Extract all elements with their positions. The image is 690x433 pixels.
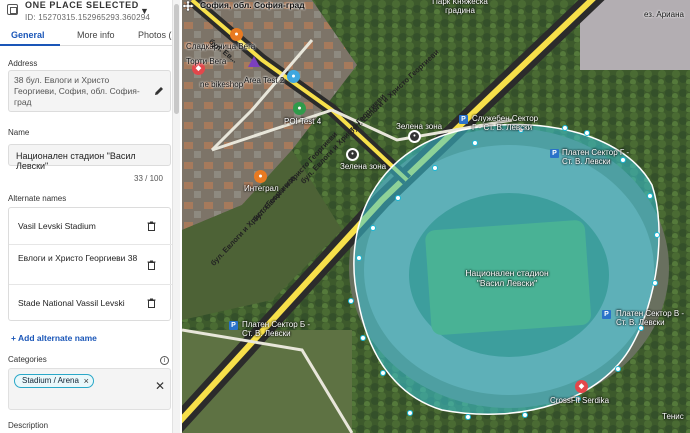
alternate-names-label: Alternate names <box>8 194 67 203</box>
name-label: Name <box>8 128 30 137</box>
polygon-vertex[interactable] <box>395 195 401 201</box>
polygon-vertex[interactable] <box>465 414 471 420</box>
parking-icon[interactable]: P <box>550 149 559 158</box>
alternate-names-list: Vasil Levski Stadium Евлоги и Христо Гео… <box>8 207 172 322</box>
map-label-park: Парк Княжеска градина <box>432 0 488 15</box>
polygon-vertex[interactable] <box>360 335 366 341</box>
map-label-sector-g2: Платен Сектор Г - Ст. В. Левски <box>562 148 630 166</box>
trash-icon[interactable] <box>147 298 156 308</box>
polygon-vertex[interactable] <box>472 140 478 146</box>
clear-categories-icon[interactable]: ✕ <box>155 379 165 393</box>
chip-remove-icon[interactable]: × <box>84 375 89 387</box>
place-id: ID: 15270315.152965293.360294 <box>25 13 151 22</box>
green-zone-icon[interactable]: • <box>346 148 359 161</box>
shop-marker-icon[interactable]: ◆ <box>575 380 588 393</box>
category-chip[interactable]: Stadium / Arena × <box>14 374 94 388</box>
move-icon[interactable] <box>182 0 194 12</box>
name-value: Национален стадион "Васил Левски" <box>16 151 136 171</box>
header-title: ONE PLACE SELECTED <box>25 0 139 10</box>
tab-general[interactable]: General <box>11 30 45 40</box>
name-field[interactable]: Национален стадион "Васил Левски" <box>8 144 171 171</box>
poi-marker-icon[interactable]: ● <box>293 102 306 115</box>
parking-icon[interactable]: P <box>229 321 238 330</box>
green-zone-icon[interactable]: • <box>408 130 421 143</box>
poi-marker-icon[interactable]: ● <box>254 170 267 183</box>
list-item[interactable]: Vasil Levski Stadium <box>9 208 172 245</box>
map-label-poi-test: POI Test 4 <box>284 117 322 126</box>
map-label-sector-v: Платен Сектор В - Ст. В. Левски <box>616 309 685 327</box>
active-tab-indicator <box>0 44 60 46</box>
info-icon[interactable]: i <box>160 356 169 365</box>
name-char-counter: 33 / 100 <box>134 174 163 183</box>
list-item[interactable]: Stade National Vassil Levski <box>9 285 172 322</box>
map-label-crossfit: CrossFit Serdika <box>550 396 610 405</box>
add-alternate-name-button[interactable]: + Add alternate name <box>11 333 97 343</box>
selection-icon <box>7 4 18 15</box>
map-label-torti: Торти Вега <box>186 57 227 66</box>
map-label-sector-g: Служебен Сектор Г - Ст. В. Левски <box>472 114 539 132</box>
polygon-vertex[interactable] <box>615 366 621 372</box>
tab-bar: General More info Photos (2) <box>0 26 180 46</box>
trash-icon[interactable] <box>147 260 156 270</box>
map-label-zelena-2: Зелена зона <box>340 162 387 171</box>
map-label-area-test: Area Test 2 <box>244 76 285 85</box>
categories-field[interactable]: Stadium / Arena × ✕ <box>8 368 171 410</box>
polygon-vertex[interactable] <box>522 412 528 418</box>
address-value: 38 бул. Евлоги и Христо Георгиеви, София… <box>14 75 140 107</box>
tab-more-info[interactable]: More info <box>77 30 115 40</box>
address-label: Address <box>8 59 38 68</box>
alternate-name-text: Vasil Levski Stadium <box>18 221 96 231</box>
map-label-ariana: ез. Ариана <box>644 10 684 19</box>
triangle-marker-icon[interactable] <box>248 56 260 67</box>
polygon-vertex[interactable] <box>407 410 413 416</box>
polygon-vertex[interactable] <box>356 255 362 261</box>
polygon-vertex[interactable] <box>584 130 590 136</box>
polygon-vertex[interactable] <box>348 298 354 304</box>
map-label-tenis: Тенис <box>662 412 684 421</box>
trash-icon[interactable] <box>147 221 156 231</box>
description-label: Description <box>8 421 49 430</box>
map-label-zelena-1: Зелена зона <box>396 122 443 131</box>
map-label-sector-b: Платен Сектор Б - Ст. В. Левски <box>242 320 311 338</box>
polygon-vertex[interactable] <box>380 370 386 376</box>
panel-header: ONE PLACE SELECTED ID: 15270315.15296529… <box>0 0 180 26</box>
polygon-vertex[interactable] <box>647 193 653 199</box>
polygon-vertex[interactable] <box>562 125 568 131</box>
map-view[interactable]: София, обл. София-град Парк Княжеска гра… <box>182 0 690 433</box>
list-item[interactable]: Евлоги и Христо Георгиеви 38 <box>9 245 172 285</box>
scrollbar-thumb[interactable] <box>174 4 179 114</box>
polygon-vertex[interactable] <box>432 165 438 171</box>
categories-label: Categories <box>8 355 47 364</box>
chevron-down-icon[interactable]: ▼ <box>140 6 149 16</box>
address-field[interactable]: 38 бул. Евлоги и Христо Георгиеви, София… <box>8 70 171 112</box>
parking-icon[interactable]: P <box>459 115 468 124</box>
map-label-bike: ne bikeshop <box>200 80 244 89</box>
category-chip-label: Stadium / Arena <box>22 376 79 385</box>
panel-scrollbar[interactable] <box>172 0 180 433</box>
parking-icon[interactable]: P <box>602 310 611 319</box>
poi-marker-icon[interactable]: ● <box>230 28 243 41</box>
polygon-vertex[interactable] <box>654 232 660 238</box>
polygon-vertex[interactable] <box>370 225 376 231</box>
place-details-panel: ONE PLACE SELECTED ID: 15270315.15296529… <box>0 0 180 433</box>
poi-marker-icon[interactable]: ● <box>287 70 300 83</box>
map-region-label: София, обл. София-град <box>200 0 305 10</box>
polygon-vertex[interactable] <box>652 280 658 286</box>
alternate-name-text: Евлоги и Христо Георгиеви 38 <box>18 253 138 263</box>
alternate-name-text: Stade National Vassil Levski <box>18 298 125 308</box>
map-label-stadium: Национален стадион "Васил Левски" <box>465 268 549 288</box>
pencil-icon[interactable] <box>153 85 165 97</box>
